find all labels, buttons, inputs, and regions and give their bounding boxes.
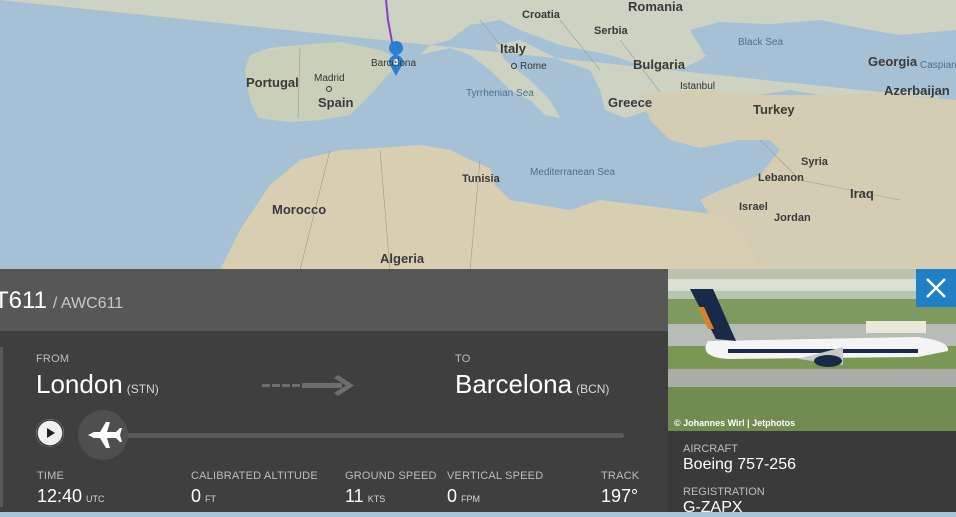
origin-code: (STN) [126,382,159,396]
flight-info-panel: T611 / AWC611 FROM London (STN) TO Barcelo… [0,269,668,512]
map-label-portugal: Portugal [246,75,299,90]
aircraft-info: AIRCRAFT Boeing 757-256 REGISTRATION G-Z… [668,431,956,516]
map-label-lebanon: Lebanon [758,172,804,184]
altitude-label: CALIBRATED ALTITUDE [191,470,318,482]
map-city-madrid: Madrid [314,73,345,84]
play-icon [36,419,64,447]
close-icon [926,278,946,298]
time-value: 12:40 UTC [37,486,105,506]
map-label-croatia: Croatia [522,9,560,21]
aircraft-label: AIRCRAFT [683,443,738,455]
map-sea-black: Black Sea [738,37,784,48]
map-label-turkey: Turkey [753,102,795,117]
map-label-serbia: Serbia [594,25,628,37]
aircraft-photo-image [668,269,956,431]
photo-credit[interactable]: © Johannes Wirl | Jetphotos [674,418,795,428]
origin[interactable]: London (STN) [36,369,159,400]
map-label-greece: Greece [608,95,653,110]
vertical-speed-value: 0 FPM [447,486,481,506]
destination-city: Barcelona [455,369,573,399]
close-button[interactable] [916,269,956,307]
aircraft-value: Boeing 757-256 [683,456,796,473]
map-label-italy: Italy [500,41,527,56]
flight-callsign: T611 / AWC611 [0,287,123,315]
registration-value: G-ZAPX [683,499,743,516]
destination[interactable]: Barcelona (BCN) [455,369,609,400]
map-label-romania: Romania [628,0,683,14]
altitude-value: 0 FT [191,486,217,506]
to-label: TO [455,353,471,365]
flight-icao: / AWC611 [52,295,124,312]
aircraft-photo[interactable] [668,269,956,431]
map-city-rome: Rome [511,62,547,72]
time-label: TIME [37,470,65,482]
registration-label: REGISTRATION [683,486,765,498]
map-label-azerbaijan: Azerbaijan [884,83,950,98]
map-sea-mediterranean: Mediterranean Sea [530,167,616,178]
vertical-speed-label: VERTICAL SPEED [447,470,544,482]
flight-header: T611 / AWC611 [0,269,668,331]
airplane-icon [88,422,122,448]
route-arrow-icon [262,375,354,396]
progress-plane-handle[interactable] [78,410,128,460]
panel-left-edge [0,347,3,507]
map-label-syria: Syria [801,156,828,168]
map-city-barcelona: Barcelona [371,58,417,69]
map-city-madrid-dot [326,85,335,95]
map-label-bulgaria: Bulgaria [633,57,686,72]
map-label-jordan: Jordan [774,212,811,224]
flight-progress-bar[interactable] [92,433,624,438]
ground-speed-label: GROUND SPEED [345,470,437,482]
map-label-algeria: Algeria [380,251,425,266]
map-label-morocco: Morocco [272,202,327,217]
map-sea-caspian: Caspian [920,60,956,71]
ground-speed-value: 11 KTS [345,486,386,506]
track-label: TRACK [601,470,640,482]
map-label-georgia: Georgia [868,54,918,69]
flight-number: T611 [0,287,47,314]
from-label: FROM [36,353,70,365]
map-label-spain: Spain [318,95,354,110]
track-value: 197° [601,486,639,506]
origin-city: London [36,369,123,399]
map-sea-tyrrhenian: Tyrrhenian Sea [466,88,534,99]
destination-code: (BCN) [576,382,610,396]
map-label-iraq: Iraq [850,186,874,201]
map-label-israel: Israel [739,201,768,213]
map-city-istanbul: Istanbul [680,81,716,92]
play-button[interactable] [36,419,64,447]
map-label-tunisia: Tunisia [462,173,500,185]
